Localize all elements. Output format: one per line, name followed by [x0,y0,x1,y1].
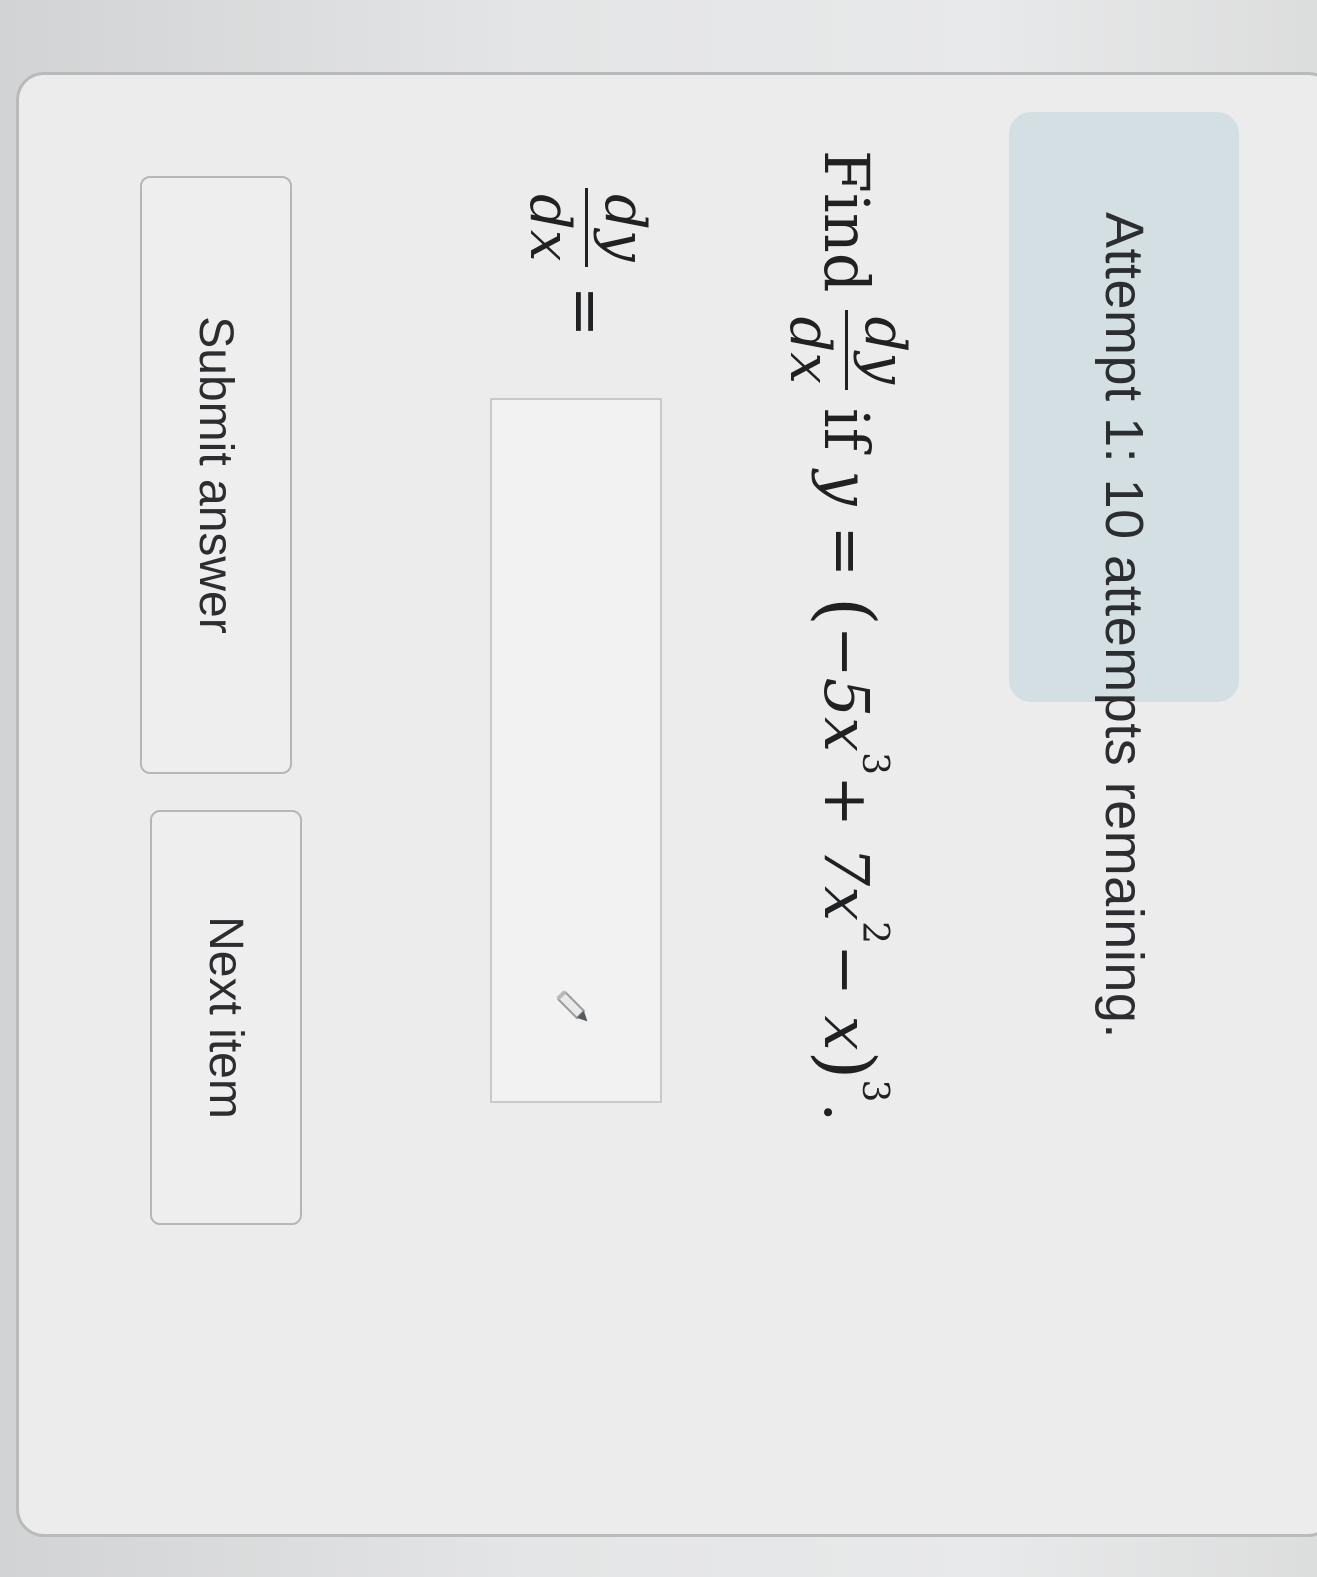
term-1-exponent: 3 [854,752,896,776]
outer-exponent: 3 [854,1079,896,1103]
attempts-banner: Attempt 1: 10 attempts remaining. [1009,112,1239,1039]
expression-lhs: y = [810,470,884,578]
answer-lhs: dy dx = [497,170,677,337]
question-prompt: Find dy dx if y = ( −5x 3 + 7x 2 − x ) 3 . [772,150,922,1122]
question-period: . [810,1102,884,1123]
term-2: + 7x [810,775,884,922]
find-word: Find [810,150,884,293]
term-3: − x [810,944,884,1051]
open-paren: ( [804,596,890,626]
fraction-denominator: dx [778,310,849,390]
derivative-fraction: dy dx [778,310,918,390]
term-1: −5x [810,625,884,753]
if-word: if [810,407,884,451]
answer-equals: = [550,285,624,338]
submit-answer-button[interactable]: Submit answer [140,176,292,774]
pencil-icon[interactable] [551,985,597,1031]
close-paren: ) [804,1050,890,1080]
attempts-text: Attempt 1: 10 attempts remaining. [1094,212,1154,1039]
fraction-numerator: dy [852,316,918,384]
answer-lhs-numerator: dy [592,194,658,262]
question-content: Attempt 1: 10 attempts remaining. Find d… [0,0,1317,1577]
answer-lhs-denominator: dx [518,188,589,268]
term-2-exponent: 2 [854,921,896,944]
next-item-button[interactable]: Next item [150,810,302,1225]
answer-lhs-fraction: dy dx [518,188,658,268]
